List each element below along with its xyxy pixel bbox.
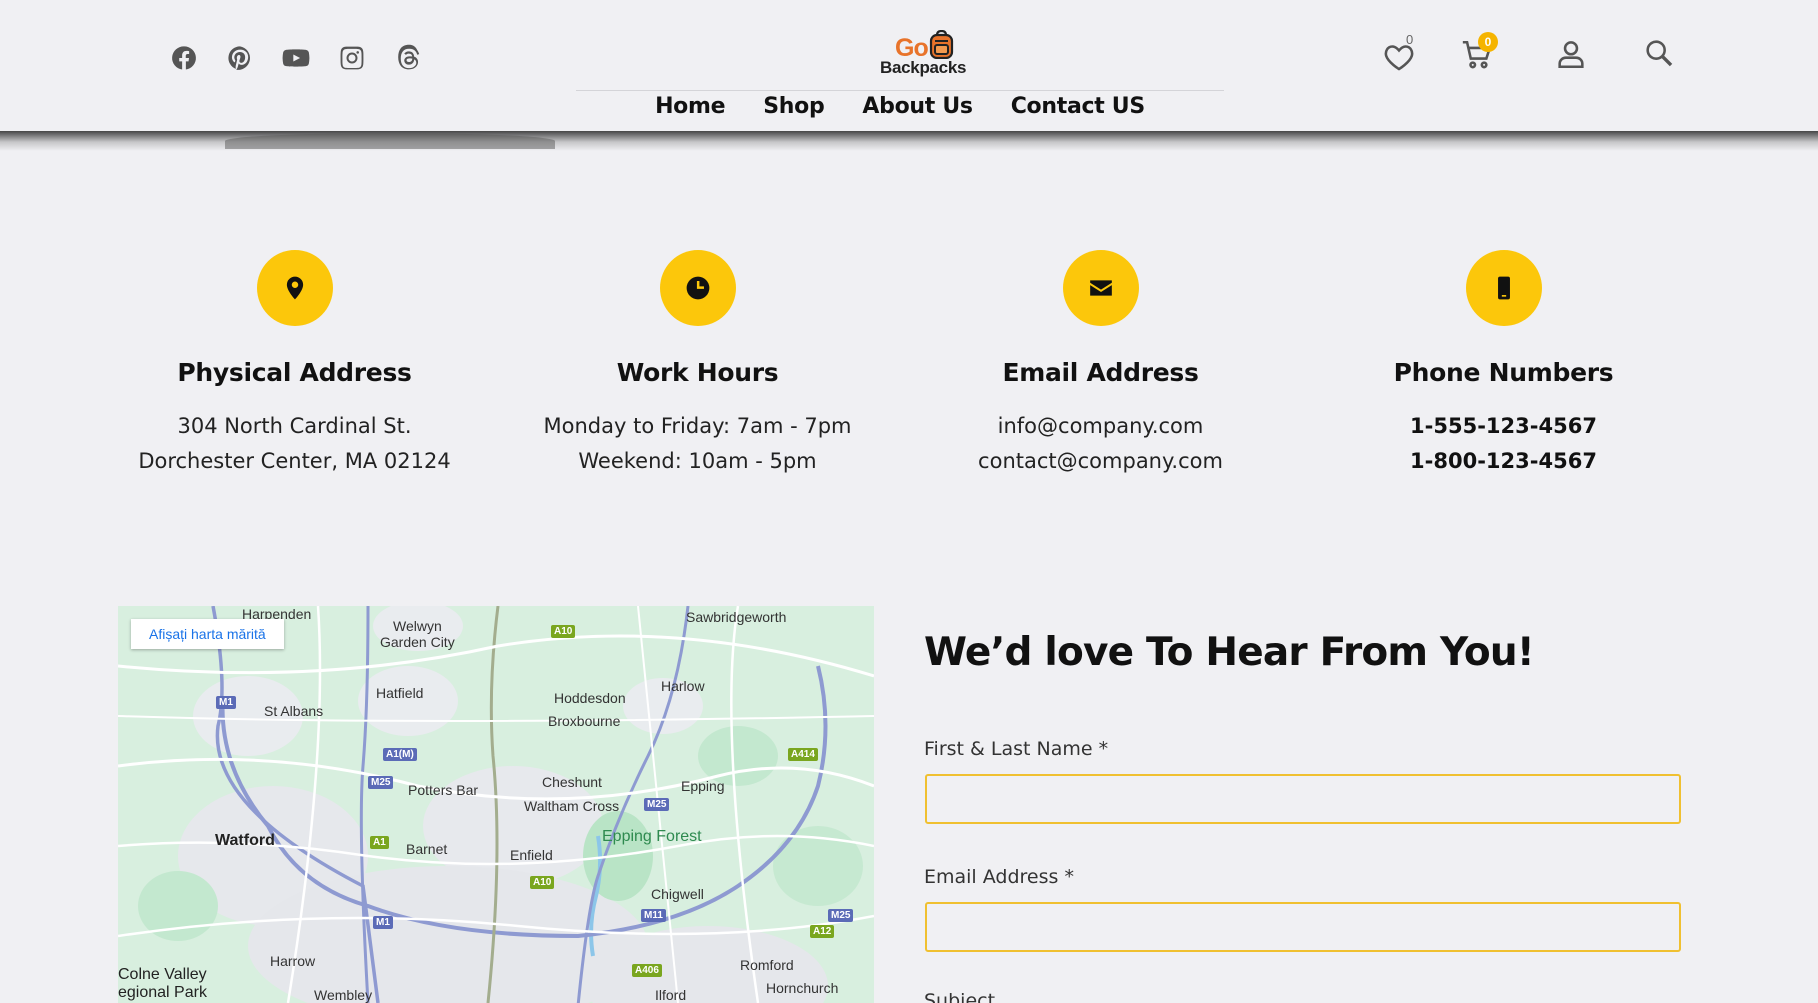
map-place: Epping [681,778,725,794]
wishlist-count: 0 [1406,32,1414,47]
map-place: Waltham Cross [524,798,620,814]
phone-link[interactable]: 1-555-123-4567 [1302,409,1705,444]
map-place: Romford [740,957,794,973]
site-logo[interactable]: Go Backpacks [875,28,981,80]
info-title: Phone Numbers [1393,358,1614,387]
main-nav: Home Shop About Us Contact US [576,94,1224,119]
envelope-icon [1062,250,1139,326]
map-road-label: M1 [373,916,393,929]
subject-label: Subiect [924,990,996,1003]
map-place: Hornchurch [766,980,839,996]
email-link[interactable]: contact@company.com [899,444,1302,479]
info-lines: info@company.com contact@company.com [899,409,1302,479]
email-label: Email Address * [924,866,1074,888]
email-input[interactable] [925,902,1681,952]
map-place: Potters Bar [408,782,479,798]
info-phone-numbers: Phone Numbers 1-555-123-4567 1-800-123-4… [1302,250,1705,479]
open-larger-map-button[interactable]: Afișați harta mărită [131,619,284,649]
map-road-label: A406 [632,964,662,977]
youtube-icon[interactable] [280,42,312,74]
info-email-address: Email Address info@company.com contact@c… [899,250,1302,479]
contact-form-title: We’d love To Hear From You! [924,630,1535,675]
map-place: Barnet [406,841,448,857]
map-place: Hoddesdon [554,690,626,706]
map-road-label: A10 [551,625,576,638]
nav-shop[interactable]: Shop [763,94,824,119]
map-place: Welwyn [393,618,442,634]
map-road-label: A12 [810,925,835,938]
map-place: St Albans [264,703,324,719]
info-physical-address: Physical Address 304 North Cardinal St. … [93,250,496,479]
map-road-label: M1 [216,696,236,709]
map-road-label: M25 [368,776,394,789]
map-place: Epping Forest [602,828,702,845]
search-icon[interactable] [1642,36,1676,70]
map-place: Chigwell [651,886,704,902]
clock-icon [659,250,736,326]
info-title: Work Hours [616,358,779,387]
info-line: Weekend: 10am - 5pm [578,449,817,473]
map-place: Garden City [380,634,455,650]
map-road-label: A1(M) [383,748,417,761]
map-terrain [118,606,874,1003]
info-title: Email Address [1002,358,1199,387]
map-road-label: M25 [828,909,854,922]
info-line: 304 North Cardinal St. [177,414,412,438]
info-lines: Monday to Friday: 7am - 7pm Weekend: 10a… [496,409,899,479]
map-road-label: A10 [530,876,555,889]
map-place: Broxbourne [548,713,621,729]
backpack-icon [929,30,954,59]
map-road-label: M11 [641,909,666,922]
info-work-hours: Work Hours Monday to Friday: 7am - 7pm W… [496,250,899,479]
map-place: Harlow [661,678,705,694]
hero-image-edge [0,131,1818,151]
social-links [168,42,424,74]
threads-icon[interactable] [392,42,424,74]
map-road-label: M25 [644,798,670,811]
map-place: Watford [215,832,275,849]
facebook-icon[interactable] [168,42,200,74]
name-input[interactable] [925,774,1681,824]
nav-about-us[interactable]: About Us [862,94,973,119]
name-label: First & Last Name * [924,738,1109,760]
nav-divider [576,90,1224,91]
map-place: Ilford [655,987,687,1003]
map-place: egional Park [118,984,207,1001]
map-road-label: A414 [788,748,818,761]
nav-contact-us[interactable]: Contact US [1011,94,1146,119]
logo-word-backpacks: Backpacks [880,58,967,77]
email-link[interactable]: info@company.com [899,409,1302,444]
info-line: Dorchester Center, MA 02124 [138,449,451,473]
map-place: Colne Valley [118,966,207,983]
info-line: Monday to Friday: 7am - 7pm [543,414,852,438]
instagram-icon[interactable] [336,42,368,74]
map-road-label: A1 [370,836,389,849]
map-place: Cheshunt [542,774,602,790]
phone-icon [1465,250,1542,326]
google-map[interactable]: Afișați harta mărită Harpenden Welwyn Ga… [118,606,874,1003]
map-place: Enfield [510,847,553,863]
info-lines: 304 North Cardinal St. Dorchester Center… [93,409,496,479]
map-pin-icon [256,250,333,326]
info-lines: 1-555-123-4567 1-800-123-4567 [1302,409,1705,479]
user-icon[interactable] [1554,37,1588,71]
info-title: Physical Address [177,358,412,387]
phone-link[interactable]: 1-800-123-4567 [1302,444,1705,479]
nav-home[interactable]: Home [655,94,725,119]
map-place: Wembley [314,987,373,1003]
site-header: Go Backpacks Home Shop About Us Contact … [0,0,1818,131]
pinterest-icon[interactable] [224,42,256,74]
map-place: Harrow [270,953,316,969]
map-place: Sawbridgeworth [686,609,787,625]
cart-count: 0 [1478,32,1498,52]
map-place: Hatfield [376,685,424,701]
